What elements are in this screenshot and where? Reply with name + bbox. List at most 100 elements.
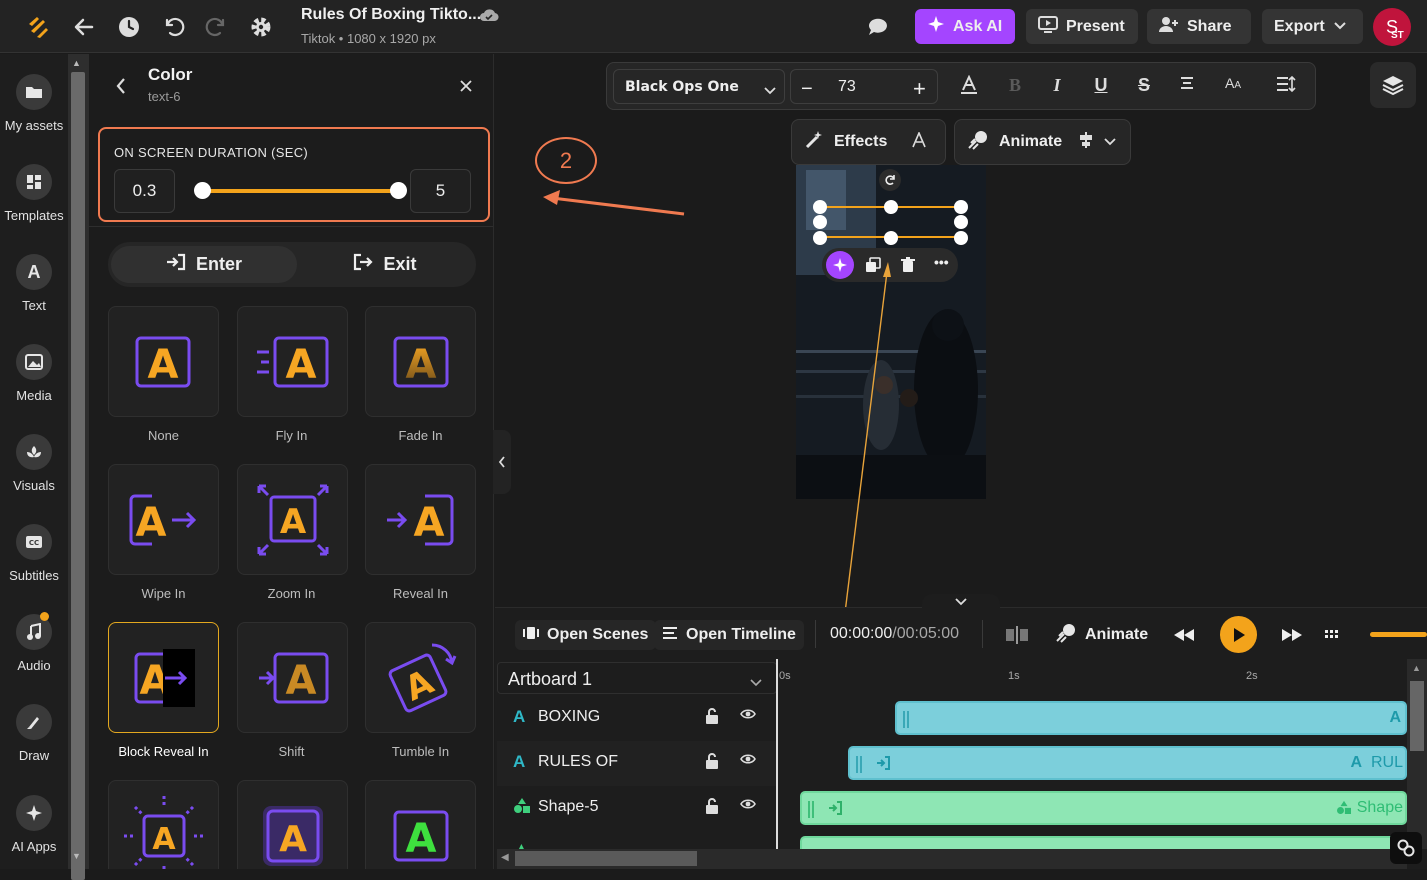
logo-icon[interactable] (20, 9, 56, 45)
nav-audio[interactable]: Audio (0, 612, 68, 673)
nav-subtitles[interactable]: CC Subtitles (0, 524, 68, 583)
collapse-panel-button[interactable] (493, 430, 511, 494)
timeline-vertical-scrollbar[interactable]: ▲ (1407, 659, 1427, 849)
nav-text[interactable]: A Text (0, 254, 68, 313)
scroll-up-icon[interactable]: ▲ (1412, 663, 1421, 673)
underline-icon[interactable]: U (1088, 75, 1114, 96)
plus-icon[interactable]: + (913, 76, 926, 102)
back-arrow-icon[interactable] (66, 9, 102, 45)
export-button[interactable]: Export (1262, 9, 1363, 44)
scrollbar-thumb[interactable] (71, 72, 85, 880)
rewind-icon[interactable] (1173, 628, 1195, 647)
play-button[interactable] (1220, 616, 1257, 653)
rotate-icon[interactable] (879, 169, 901, 191)
ask-ai-button[interactable]: Ask AI (915, 9, 1015, 44)
timeline-zoom-slider[interactable] (1370, 632, 1427, 637)
layers-button[interactable] (1370, 62, 1416, 108)
bold-icon[interactable]: B (1002, 75, 1028, 96)
nav-draw[interactable]: Draw (0, 704, 68, 763)
minus-icon[interactable]: − (801, 78, 813, 101)
tab-enter[interactable]: Enter (111, 246, 297, 283)
panel-scrollbar[interactable]: ▲ ▼ (68, 54, 89, 880)
scroll-down-icon[interactable]: ▼ (72, 851, 81, 861)
eye-icon[interactable] (740, 752, 756, 769)
unlock-icon[interactable] (705, 708, 719, 727)
resize-handle[interactable] (813, 215, 827, 229)
open-scenes-button[interactable]: Open Scenes (515, 620, 657, 650)
resize-handle[interactable] (954, 215, 968, 229)
duration-slider-track[interactable] (203, 189, 400, 193)
resize-handle[interactable] (813, 200, 827, 214)
animate-button[interactable]: Animate (954, 119, 1131, 165)
anim-wipe-in[interactable]: A (108, 464, 219, 575)
nav-ai-apps[interactable]: AI Apps (0, 795, 68, 854)
timeline-horizontal-scrollbar[interactable]: ◀ (497, 849, 1407, 869)
nav-media[interactable]: Media (0, 344, 68, 403)
undo-icon[interactable] (156, 9, 192, 45)
text-color-icon[interactable] (956, 74, 982, 100)
ai-sparkle-icon[interactable] (826, 251, 854, 279)
anim-reveal-in[interactable]: A (365, 464, 476, 575)
grid-icon[interactable] (1325, 629, 1339, 647)
more-options-icon[interactable]: ••• (934, 254, 949, 270)
resize-handle[interactable] (813, 231, 827, 245)
back-chevron-icon[interactable] (115, 77, 127, 100)
open-timeline-button[interactable]: Open Timeline (654, 620, 804, 650)
clip-rules-of[interactable]: A RUL (848, 746, 1407, 780)
duplicate-icon[interactable] (865, 257, 881, 278)
duration-max-input[interactable]: 5 (410, 169, 471, 213)
case-icon[interactable]: AA (1220, 75, 1246, 91)
timeline-animate-button[interactable]: Animate (1047, 620, 1156, 650)
resize-handle[interactable] (954, 231, 968, 245)
trash-icon[interactable] (901, 257, 915, 278)
playhead[interactable] (776, 659, 778, 849)
scroll-up-icon[interactable]: ▲ (72, 58, 81, 68)
unlock-icon[interactable] (705, 798, 719, 817)
unlock-icon[interactable] (705, 753, 719, 772)
collapse-timeline-button[interactable] (922, 594, 1000, 610)
track-shape-5[interactable]: Shape-5 (497, 786, 777, 831)
duration-slider-end-handle[interactable] (390, 182, 407, 199)
fast-forward-icon[interactable] (1281, 628, 1303, 647)
align-icon[interactable] (1174, 75, 1200, 96)
timeline-ruler[interactable]: 0s 1s 2s (777, 662, 1407, 694)
clip-partial[interactable] (800, 836, 1407, 849)
nav-my-assets[interactable]: My assets (0, 74, 68, 133)
clip-trim-handle[interactable] (856, 756, 862, 773)
effects-button[interactable]: Effects (791, 119, 946, 165)
tab-exit[interactable]: Exit (292, 246, 478, 283)
track-rules-of[interactable]: A RULES OF (497, 741, 777, 786)
nav-templates[interactable]: Templates (0, 164, 68, 223)
clip-trim-handle[interactable] (808, 801, 814, 818)
clip-boxing[interactable]: A (895, 701, 1407, 735)
anim-zoom-in[interactable]: A (237, 464, 348, 575)
resize-handle[interactable] (954, 200, 968, 214)
settings-icon[interactable] (243, 9, 279, 45)
duration-slider-start-handle[interactable] (194, 182, 211, 199)
line-spacing-icon[interactable] (1273, 75, 1299, 98)
artboard-header[interactable]: Artboard 1 (497, 662, 777, 694)
chevron-down-icon[interactable] (750, 674, 762, 692)
document-title[interactable]: Rules Of Boxing Tikto... (301, 6, 481, 24)
redo-icon[interactable] (198, 9, 234, 45)
font-size-value[interactable]: 73 (838, 78, 856, 96)
anim-color[interactable]: A (365, 780, 476, 869)
close-icon[interactable] (459, 79, 473, 98)
clip-shape-5[interactable]: Shape (800, 791, 1407, 825)
history-icon[interactable] (111, 9, 147, 45)
font-select[interactable]: Black Ops One (613, 69, 785, 104)
track-boxing[interactable]: A BOXING (497, 696, 777, 741)
clip-trim-handle[interactable] (903, 711, 909, 728)
anim-fly-in[interactable]: A (237, 306, 348, 417)
anim-burst[interactable]: A (108, 780, 219, 869)
strikethrough-icon[interactable]: S (1131, 75, 1157, 96)
scrollbar-thumb[interactable] (1410, 681, 1424, 751)
scroll-left-icon[interactable]: ◀ (501, 852, 509, 863)
eye-icon[interactable] (740, 707, 756, 724)
duration-min-input[interactable]: 0.3 (114, 169, 175, 213)
eye-icon[interactable] (740, 797, 756, 814)
anim-block-reveal-in[interactable]: A (108, 622, 219, 733)
resize-handle[interactable] (884, 231, 898, 245)
resize-handle[interactable] (884, 200, 898, 214)
scrollbar-thumb[interactable] (515, 851, 697, 866)
